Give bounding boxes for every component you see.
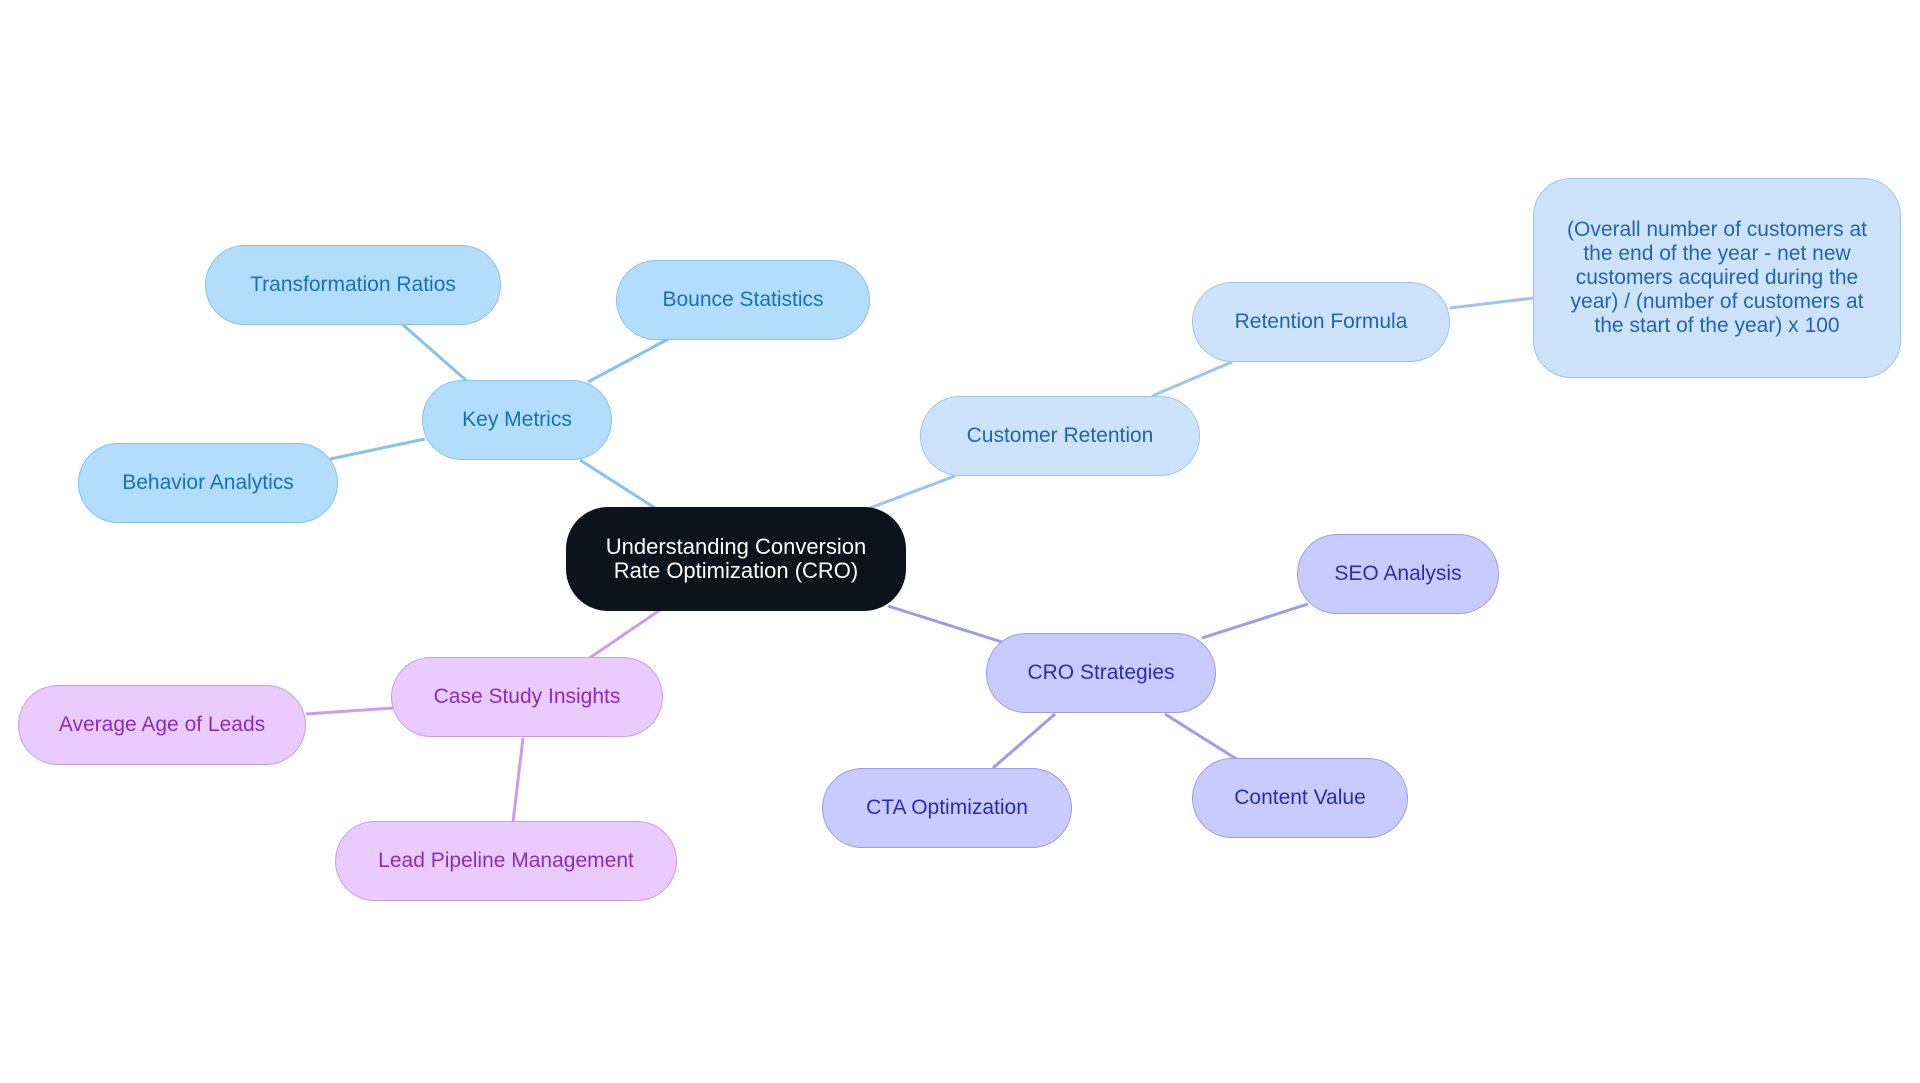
- edges-layer: [305, 296, 1535, 823]
- node-bounce-statistics[interactable]: Bounce Statistics: [616, 260, 870, 340]
- edge-key-metrics-bounce-statistics: [587, 336, 671, 384]
- node-key-metrics[interactable]: Key Metrics: [422, 380, 612, 460]
- node-cta-optimization[interactable]: CTA Optimization: [822, 768, 1072, 848]
- edge-key-metrics-behavior-analytics: [329, 437, 426, 461]
- node-cta-optimization-label: CTA Optimization: [866, 796, 1028, 819]
- node-transformation-ratios[interactable]: Transformation Ratios: [205, 245, 501, 325]
- node-content-value-label: Content Value: [1234, 786, 1366, 809]
- node-cro-strategies-label: CRO Strategies: [1027, 661, 1175, 684]
- node-lead-pipeline-management[interactable]: Lead Pipeline Management: [335, 821, 677, 901]
- root-node-label: Understanding Conversion Rate Optimizati…: [605, 534, 867, 583]
- edge-root-key-metrics: [579, 458, 656, 510]
- node-formula-text-label: (Overall number of customers at the end …: [1567, 218, 1867, 337]
- edge-cro-strategies-cta-optimization: [992, 712, 1056, 770]
- node-cro-strategies[interactable]: CRO Strategies: [986, 633, 1216, 713]
- node-lead-pipeline-management-label: Lead Pipeline Management: [378, 849, 634, 872]
- edge-case-study-average-age: [305, 706, 394, 716]
- node-case-study-insights[interactable]: Case Study Insights: [391, 657, 663, 737]
- node-customer-retention-label: Customer Retention: [966, 424, 1154, 447]
- root-node[interactable]: Understanding Conversion Rate Optimizati…: [566, 507, 906, 611]
- edge-cro-strategies-content-value: [1164, 712, 1239, 762]
- edge-customer-retention-retention-formula: [1151, 360, 1233, 398]
- node-behavior-analytics-label: Behavior Analytics: [122, 471, 294, 494]
- edge-root-case-study-insights: [587, 608, 661, 661]
- node-key-metrics-label: Key Metrics: [462, 408, 572, 431]
- node-transformation-ratios-label: Transformation Ratios: [250, 273, 456, 296]
- edge-root-customer-retention: [869, 474, 956, 510]
- node-bounce-statistics-label: Bounce Statistics: [662, 288, 824, 311]
- node-case-study-insights-label: Case Study Insights: [433, 685, 621, 708]
- node-formula-text[interactable]: (Overall number of customers at the end …: [1533, 178, 1901, 378]
- edge-cro-strategies-seo-analysis: [1201, 602, 1309, 640]
- node-retention-formula-label: Retention Formula: [1234, 310, 1408, 333]
- node-seo-analysis-label: SEO Analysis: [1334, 562, 1462, 585]
- node-behavior-analytics[interactable]: Behavior Analytics: [78, 443, 338, 523]
- edge-key-metrics-transformation-ratios: [401, 322, 469, 384]
- node-retention-formula[interactable]: Retention Formula: [1192, 282, 1450, 362]
- node-average-age-of-leads[interactable]: Average Age of Leads: [18, 685, 306, 765]
- node-seo-analysis[interactable]: SEO Analysis: [1297, 534, 1499, 614]
- node-average-age-of-leads-label: Average Age of Leads: [58, 713, 266, 736]
- node-content-value[interactable]: Content Value: [1192, 758, 1408, 838]
- edge-case-study-lead-pipeline: [511, 737, 525, 823]
- edge-root-cro-strategies: [887, 604, 1003, 644]
- edge-retention-formula-formula-text: [1449, 296, 1535, 310]
- node-customer-retention[interactable]: Customer Retention: [920, 396, 1200, 476]
